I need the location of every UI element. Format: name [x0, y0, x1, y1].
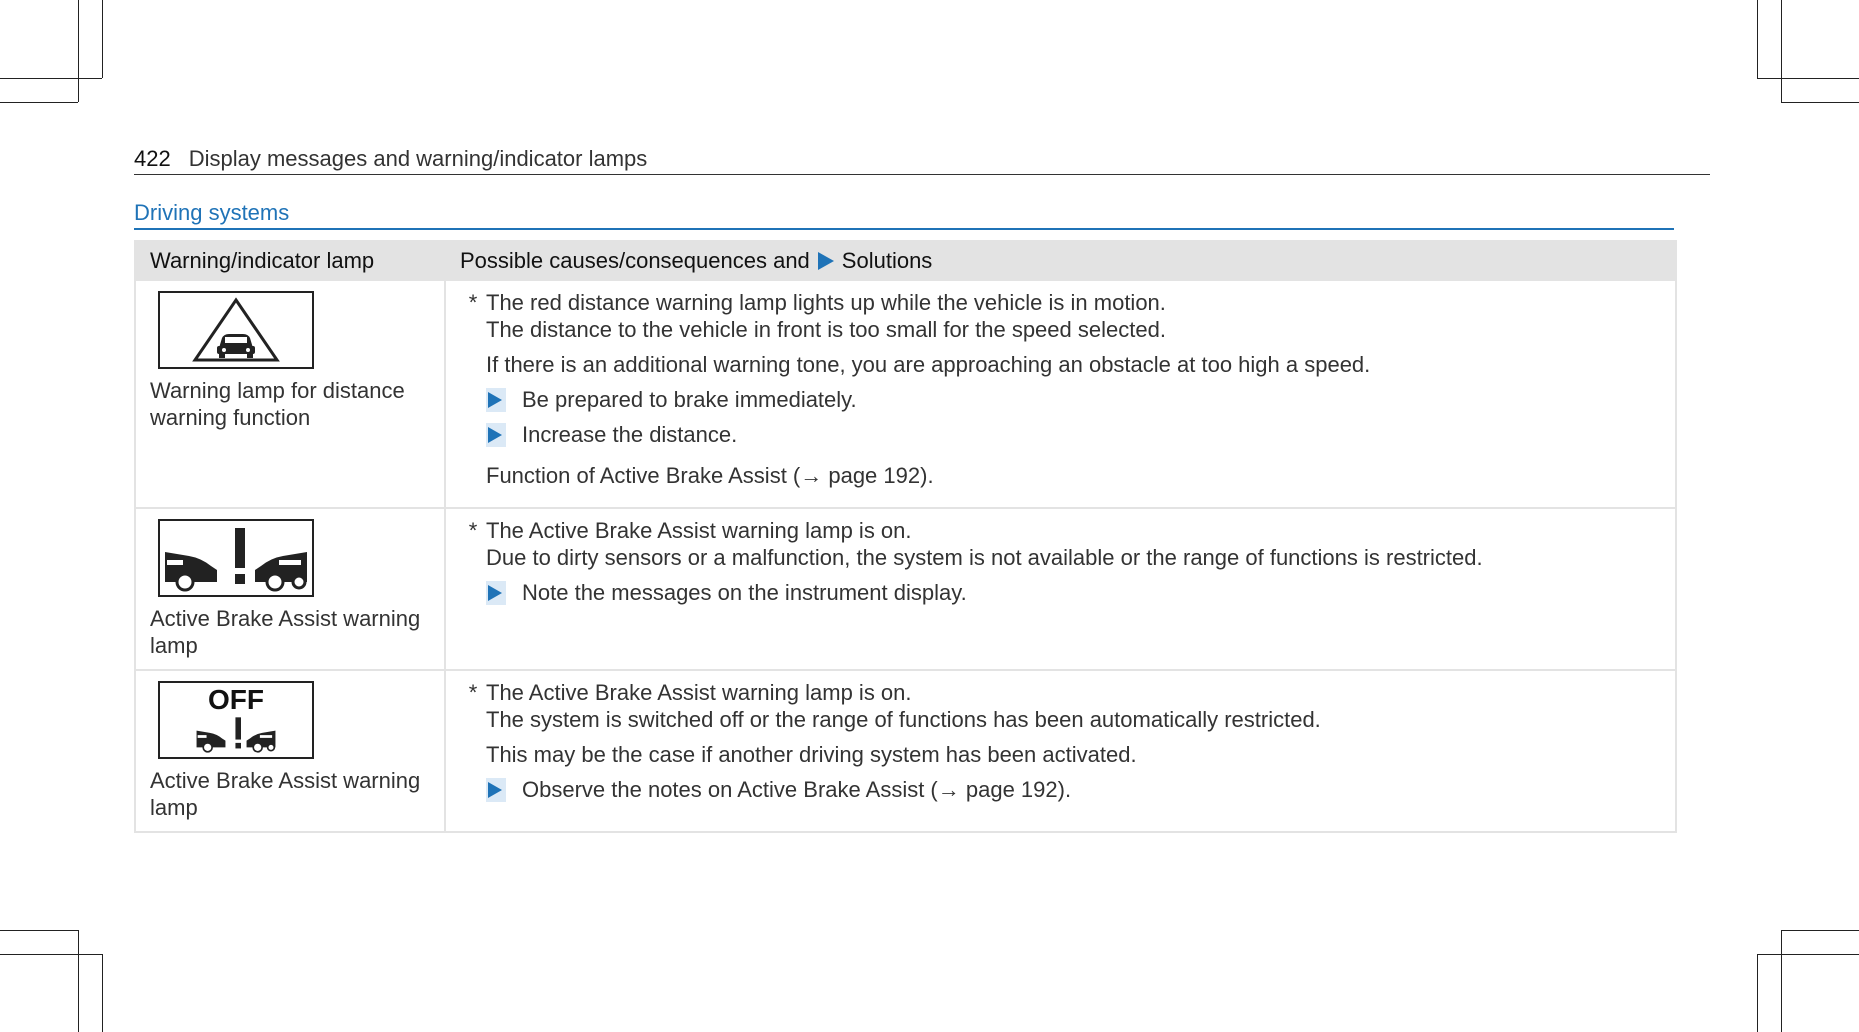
step-arrow-icon [486, 422, 506, 447]
cause-detail-text: The distance to the vehicle in front is … [486, 317, 1166, 342]
crop-mark [0, 930, 78, 931]
step-arrow-icon [486, 580, 506, 605]
off-label: OFF [208, 684, 264, 715]
crop-mark [1757, 954, 1859, 955]
causes-cell: * The red distance warning lamp lights u… [444, 279, 1677, 509]
column-header-causes: Possible causes/consequences and Solution… [444, 240, 1677, 281]
cause-detail-text: Due to dirty sensors or a malfunction, t… [486, 545, 1483, 570]
distance-warning-triangle-car-icon [192, 297, 280, 362]
crop-mark [78, 0, 79, 102]
column-header-lamp: Warning/indicator lamp [134, 240, 446, 281]
page-reference[interactable]: Function of Active Brake Assist (→ page … [486, 462, 1661, 489]
page-number: 422 [134, 146, 171, 171]
lamp-caption: Warning lamp for distance warning functi… [150, 378, 405, 430]
page-header: 422 Display messages and warning/indicat… [134, 144, 1710, 175]
solution-step-text: Increase the distance. [522, 422, 738, 447]
info-paragraph: If there is an additional warning tone, … [486, 352, 1371, 377]
causes-cell: * The Active Brake Assist warning lamp i… [444, 507, 1677, 671]
cause-item: * The Active Brake Assist warning lamp i… [460, 517, 1661, 571]
lamp-cell: Warning lamp for distance warning functi… [134, 279, 446, 509]
active-brake-assist-off-icon [196, 717, 276, 753]
column-header-causes-label: Possible causes/consequences and [460, 247, 810, 273]
solution-step: Increase the distance. [486, 421, 1661, 448]
active-brake-assist-off-lamp: OFF [158, 681, 314, 759]
lamp-cell: OFF Active Brake Assist warning lamp [134, 669, 446, 833]
crop-mark [0, 954, 102, 955]
bullet-star: * [468, 290, 478, 315]
crop-mark [0, 78, 102, 79]
crop-mark [102, 0, 103, 78]
cause-text: The Active Brake Assist warning lamp is … [486, 518, 912, 543]
cause-item: * The Active Brake Assist warning lamp i… [460, 679, 1661, 733]
lamp-caption: Active Brake Assist warning lamp [150, 606, 421, 658]
table-row: OFF Active Brake Assist warning lamp * T… [134, 669, 1677, 833]
cause-text: The red distance warning lamp lights up … [486, 290, 1166, 315]
lamp-caption: Active Brake Assist warning lamp [150, 768, 421, 820]
solution-step: Observe the notes on Active Brake Assist… [486, 776, 1661, 803]
cause-detail-text: The system is switched off or the range … [486, 707, 1321, 732]
running-head: Display messages and warning/indicator l… [188, 146, 648, 171]
solution-step-text: Note the messages on the instrument disp… [522, 580, 967, 605]
info-paragraph: This may be the case if another driving … [486, 742, 1137, 767]
causes-cell: * The Active Brake Assist warning lamp i… [444, 669, 1677, 833]
bullet-star: * [468, 518, 478, 543]
table-header-row: Warning/indicator lamp Possible causes/c… [134, 240, 1677, 281]
crop-mark [1781, 102, 1859, 103]
cause-item: * The red distance warning lamp lights u… [460, 289, 1661, 343]
step-arrow-icon [486, 387, 506, 412]
solution-step: Be prepared to brake immediately. [486, 386, 1661, 413]
distance-warning-lamp [158, 291, 314, 369]
crop-mark [1781, 0, 1782, 102]
section-title: Driving systems [134, 200, 1674, 230]
solution-step-text: Be prepared to brake immediately. [522, 387, 857, 412]
column-header-solutions-label: Solutions [841, 247, 933, 273]
crop-mark [1781, 930, 1859, 931]
active-brake-assist-lamp [158, 519, 314, 597]
cause-text: The Active Brake Assist warning lamp is … [486, 680, 912, 705]
lamp-cell: Active Brake Assist warning lamp [134, 507, 446, 671]
solution-step-text[interactable]: Observe the notes on Active Brake Assist… [522, 776, 1071, 803]
solution-arrow-icon [817, 251, 834, 270]
crop-mark [1757, 0, 1758, 78]
step-arrow-icon [486, 777, 506, 802]
crop-mark [0, 102, 78, 103]
table-row: Warning lamp for distance warning functi… [134, 279, 1677, 509]
crop-mark [78, 930, 79, 1032]
active-brake-assist-icon [165, 528, 307, 592]
warning-lamp-table: Warning/indicator lamp Possible causes/c… [134, 240, 1677, 833]
crop-mark [102, 954, 103, 1032]
solution-step: Note the messages on the instrument disp… [486, 579, 1661, 606]
crop-mark [1757, 954, 1758, 1032]
crop-mark [1781, 930, 1782, 1032]
table-row: Active Brake Assist warning lamp * The A… [134, 507, 1677, 671]
crop-mark [1757, 78, 1859, 79]
bullet-star: * [468, 680, 478, 705]
